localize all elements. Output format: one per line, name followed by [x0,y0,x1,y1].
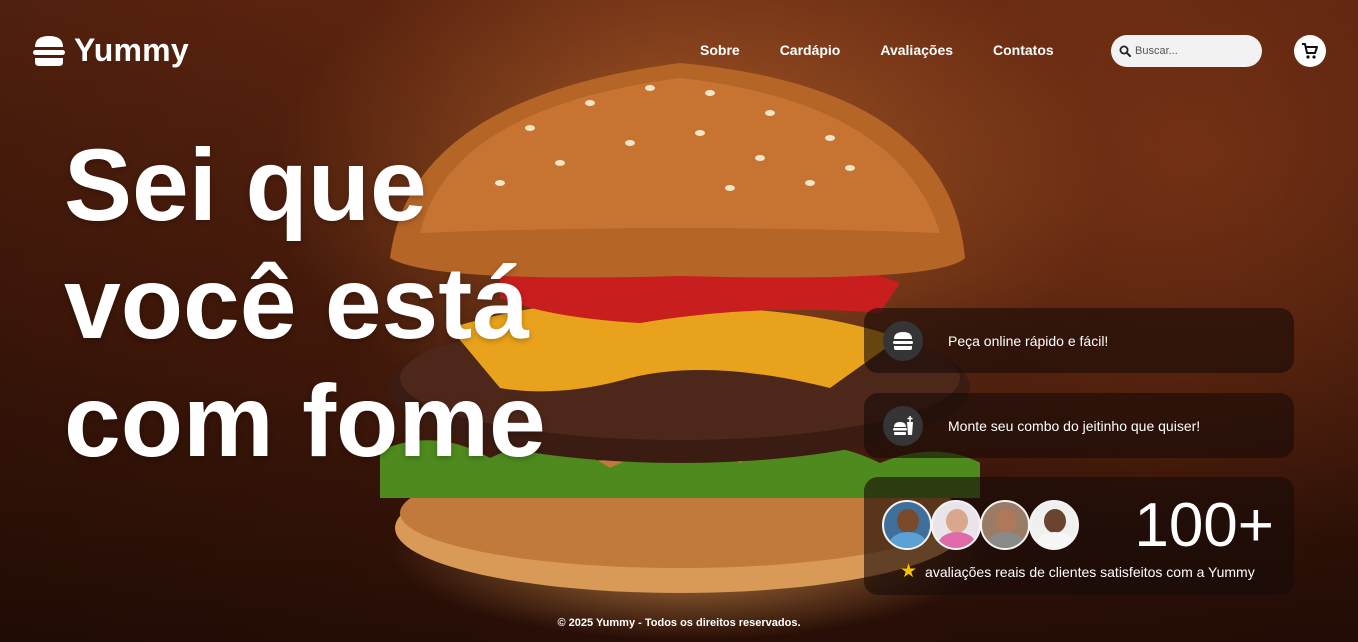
nav-link-cardapio[interactable]: Cardápio [780,42,841,58]
nav-link-avaliacoes[interactable]: Avaliações [880,42,953,58]
review-caption: ★ avaliações reais de clientes satisfeit… [900,561,1255,582]
review-count: 100+ [1134,491,1274,560]
feature-card-combo: Monte seu combo do jeitinho que quiser! [864,393,1294,458]
hero-headline: Sei que você está com fome [64,126,624,480]
burger-icon [33,35,65,66]
main-nav: Sobre Cardápio Avaliações Contatos [700,42,1094,58]
copyright-text: © 2025 Yummy - Todos os direitos reserva… [557,617,801,629]
site-footer: © 2025 Yummy - Todos os direitos reserva… [0,617,1358,629]
avatar [882,500,932,550]
cart-button[interactable] [1294,35,1326,67]
burger-icon [883,320,923,361]
site-header: Yummy Sobre Cardápio Avaliações Contatos [0,0,1358,100]
cart-icon [1302,43,1318,59]
customer-avatars [882,500,1079,550]
search-input[interactable] [1135,45,1255,57]
headline-line-2: você está [64,246,529,360]
brand-name: Yummy [74,32,189,68]
search-icon [1119,45,1131,57]
feature-text: Peça online rápido e fácil! [948,332,1109,349]
search-box[interactable] [1111,35,1262,67]
feature-card-order-online: Peça online rápido e fácil! [864,308,1294,373]
avatar [980,500,1030,550]
avatar [931,500,981,550]
review-text: avaliações reais de clientes satisfeitos… [925,564,1255,580]
reviews-card: 100+ ★ avaliações reais de clientes sati… [864,477,1294,595]
headline-line-3: com fome [64,364,546,478]
avatar [1029,500,1079,550]
nav-link-contatos[interactable]: Contatos [993,42,1054,58]
headline-line-1: Sei que [64,128,427,242]
brand-logo[interactable]: Yummy [32,32,189,69]
combo-meal-icon [883,405,923,446]
star-icon: ★ [900,561,918,582]
nav-link-sobre[interactable]: Sobre [700,42,740,58]
feature-text: Monte seu combo do jeitinho que quiser! [948,417,1201,434]
